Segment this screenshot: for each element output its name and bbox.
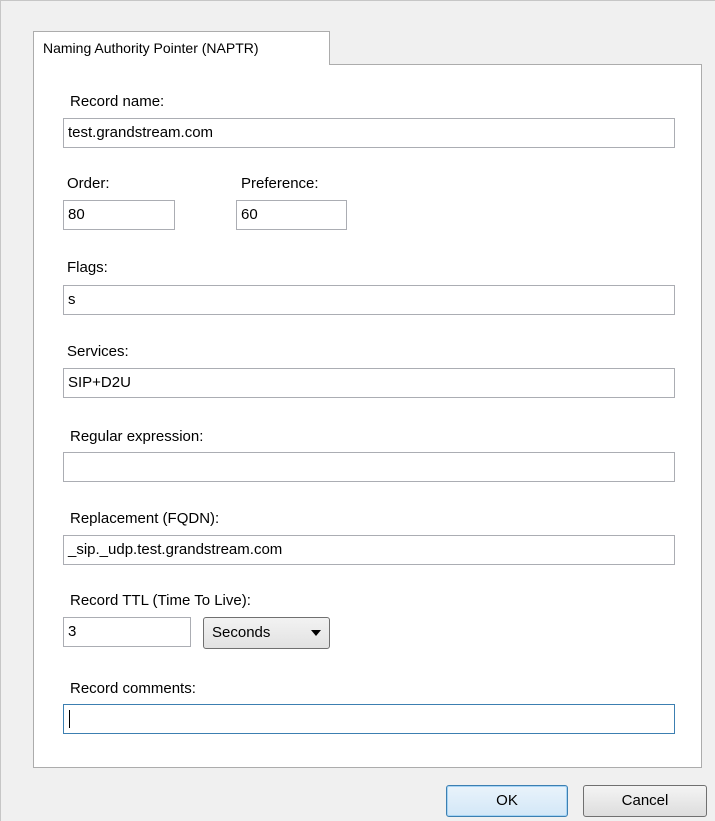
window-border-left: [0, 0, 1, 821]
ok-button[interactable]: OK: [446, 785, 568, 817]
chevron-down-icon: [311, 630, 321, 636]
preference-input[interactable]: 60: [236, 200, 347, 230]
order-input[interactable]: 80: [63, 200, 175, 230]
ttl-input[interactable]: 3: [63, 617, 191, 647]
replacement-label: Replacement (FQDN):: [70, 510, 220, 527]
record-name-input[interactable]: test.grandstream.com: [63, 118, 675, 148]
cancel-button[interactable]: Cancel: [583, 785, 707, 817]
tab-naptr[interactable]: Naming Authority Pointer (NAPTR): [33, 31, 330, 65]
regex-label: Regular expression:: [70, 428, 204, 445]
ttl-unit-value: Seconds: [212, 624, 271, 641]
record-properties-panel: [33, 64, 702, 768]
services-input[interactable]: SIP+D2U: [63, 368, 675, 398]
text-caret: [69, 710, 70, 729]
ttl-unit-select[interactable]: Seconds: [203, 617, 330, 649]
preference-label: Preference:: [241, 175, 319, 192]
ttl-label: Record TTL (Time To Live):: [70, 592, 251, 609]
services-label: Services:: [67, 343, 129, 360]
order-label: Order:: [67, 175, 110, 192]
replacement-input[interactable]: _sip._udp.test.grandstream.com: [63, 535, 675, 565]
flags-label: Flags:: [67, 259, 108, 276]
window-border-top: [0, 0, 715, 1]
comments-label: Record comments:: [70, 680, 196, 697]
comments-input[interactable]: [63, 704, 675, 734]
flags-input[interactable]: s: [63, 285, 675, 315]
regex-input[interactable]: [63, 452, 675, 482]
record-name-label: Record name:: [70, 93, 165, 110]
